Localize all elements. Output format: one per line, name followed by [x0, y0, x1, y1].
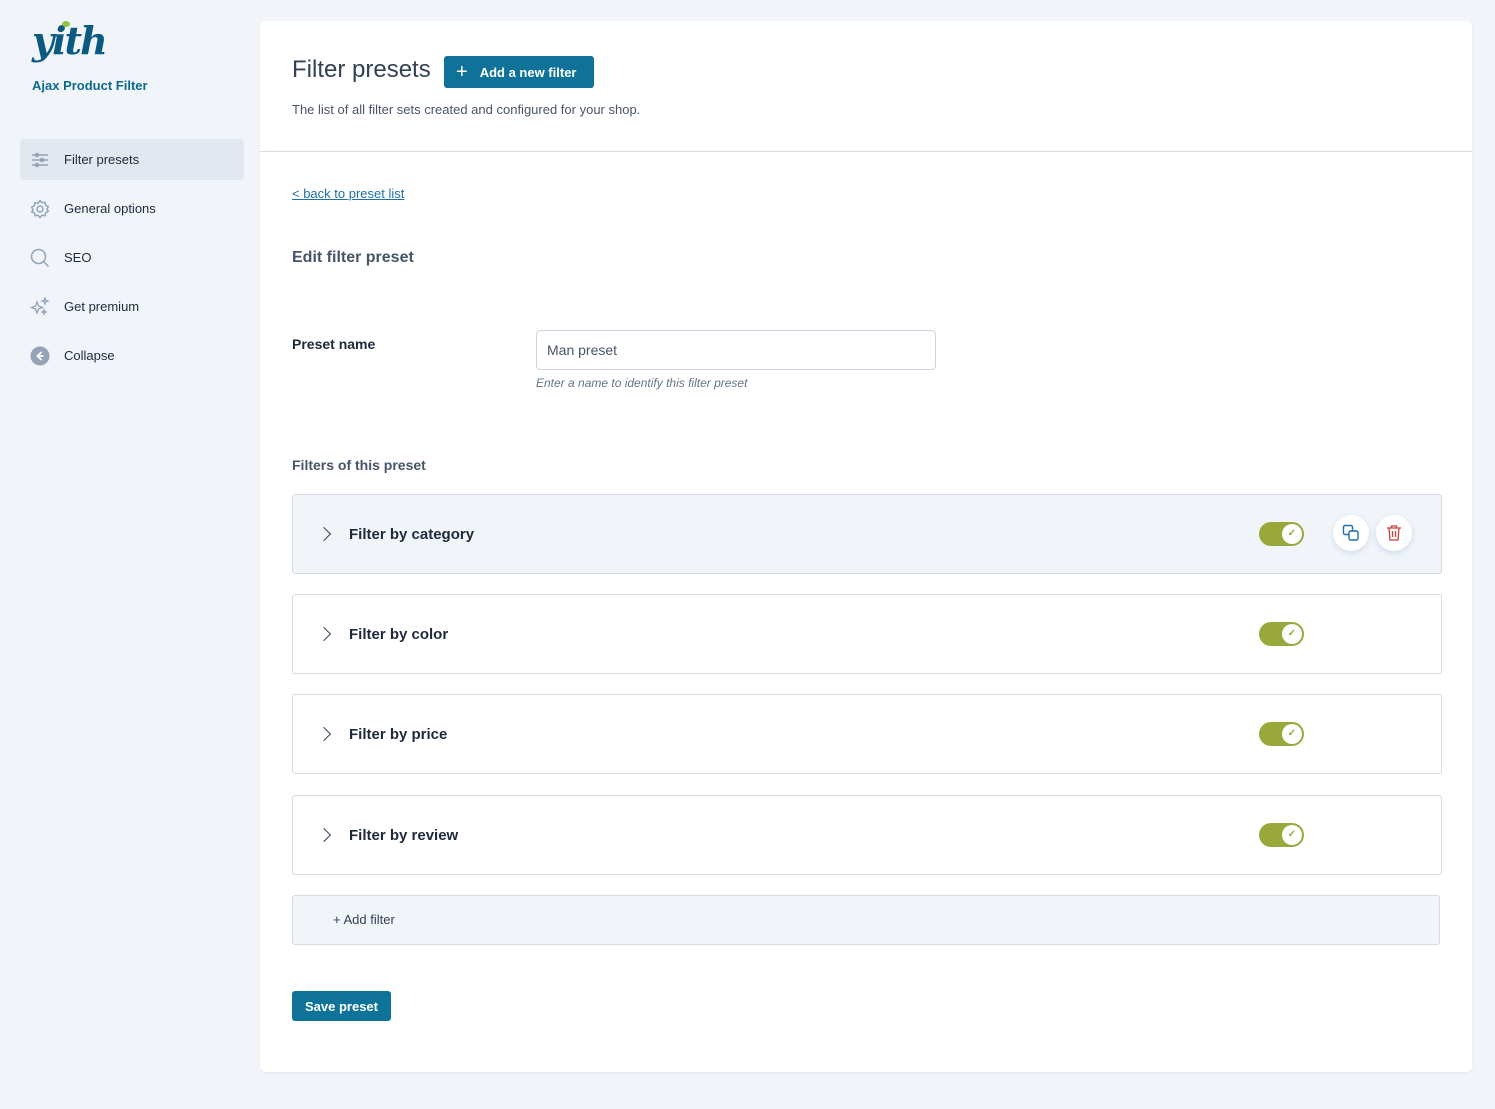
sidebar-item-general-options[interactable]: General options [20, 188, 244, 229]
sidebar-item-label: Get premium [64, 299, 140, 314]
sidebar-item-label: Collapse [64, 348, 115, 363]
sidebar-nav: Filter presets General options SEO Get p… [20, 139, 244, 384]
preset-name-label: Preset name [292, 336, 376, 352]
plus-icon: + [456, 60, 468, 83]
sidebar-item-label: SEO [64, 250, 92, 265]
add-new-filter-button[interactable]: + Add a new filter [444, 56, 595, 88]
preset-name-help: Enter a name to identify this filter pre… [536, 376, 748, 390]
chevron-right-icon[interactable] [316, 726, 332, 742]
filter-enabled-toggle[interactable]: ✓ [1259, 622, 1304, 646]
plugin-name: Ajax Product Filter [32, 78, 148, 93]
yith-logo: yith [32, 18, 108, 63]
filter-enabled-toggle[interactable]: ✓ [1259, 823, 1304, 847]
gear-icon [30, 198, 50, 219]
sidebar-item-label: Filter presets [64, 152, 140, 167]
sidebar-item-get-premium[interactable]: Get premium [20, 286, 244, 327]
section-title: Edit filter preset [292, 249, 414, 266]
delete-button[interactable] [1376, 515, 1412, 551]
save-preset-button[interactable]: Save preset [292, 991, 391, 1021]
trash-icon [1387, 525, 1401, 541]
filter-name: Filter by category [349, 525, 475, 543]
chevron-right-icon[interactable] [316, 626, 332, 642]
filter-row[interactable]: Filter by color ✓ [292, 594, 1442, 674]
add-filter-button[interactable]: + Add filter [292, 895, 1440, 945]
chevron-right-icon[interactable] [316, 827, 332, 843]
duplicate-button[interactable] [1333, 515, 1369, 551]
back-to-preset-list-link[interactable]: < back to preset list [292, 186, 404, 201]
sidebar-item-label: General options [64, 201, 156, 216]
filter-enabled-toggle[interactable]: ✓ [1259, 722, 1304, 746]
sparkles-icon [30, 296, 50, 316]
filter-row[interactable]: Filter by review ✓ [292, 795, 1442, 875]
filter-name: Filter by color [349, 625, 449, 643]
check-icon: ✓ [1282, 524, 1302, 544]
check-icon: ✓ [1282, 724, 1302, 744]
sidebar-item-seo[interactable]: SEO [20, 237, 244, 278]
filters-label: Filters of this preset [292, 457, 426, 473]
filter-row[interactable]: Filter by category ✓ [292, 494, 1442, 574]
sliders-icon [32, 152, 48, 167]
filter-row[interactable]: Filter by price ✓ [292, 694, 1442, 774]
arrow-left-circle-icon [30, 346, 50, 365]
sidebar-item-collapse[interactable]: Collapse [20, 335, 244, 376]
search-icon [30, 248, 50, 267]
filter-name: Filter by price [349, 725, 448, 743]
copy-icon [1342, 524, 1359, 541]
sidebar-item-filter-presets[interactable]: Filter presets [20, 139, 244, 180]
sidebar: yith Ajax Product Filter Filter presets … [0, 0, 260, 1109]
chevron-right-icon[interactable] [316, 526, 332, 542]
filter-name: Filter by review [349, 826, 459, 844]
preset-name-input[interactable] [536, 330, 936, 370]
page-header: Filter presets + Add a new filter The lis… [260, 21, 1472, 152]
page-title: Filter presets [292, 56, 431, 83]
check-icon: ✓ [1282, 624, 1302, 644]
check-icon: ✓ [1282, 825, 1302, 845]
main-panel: Filter presets + Add a new filter The lis… [260, 21, 1472, 1072]
filter-enabled-toggle[interactable]: ✓ [1259, 522, 1304, 546]
page-subtitle: The list of all filter sets created and … [292, 102, 641, 117]
